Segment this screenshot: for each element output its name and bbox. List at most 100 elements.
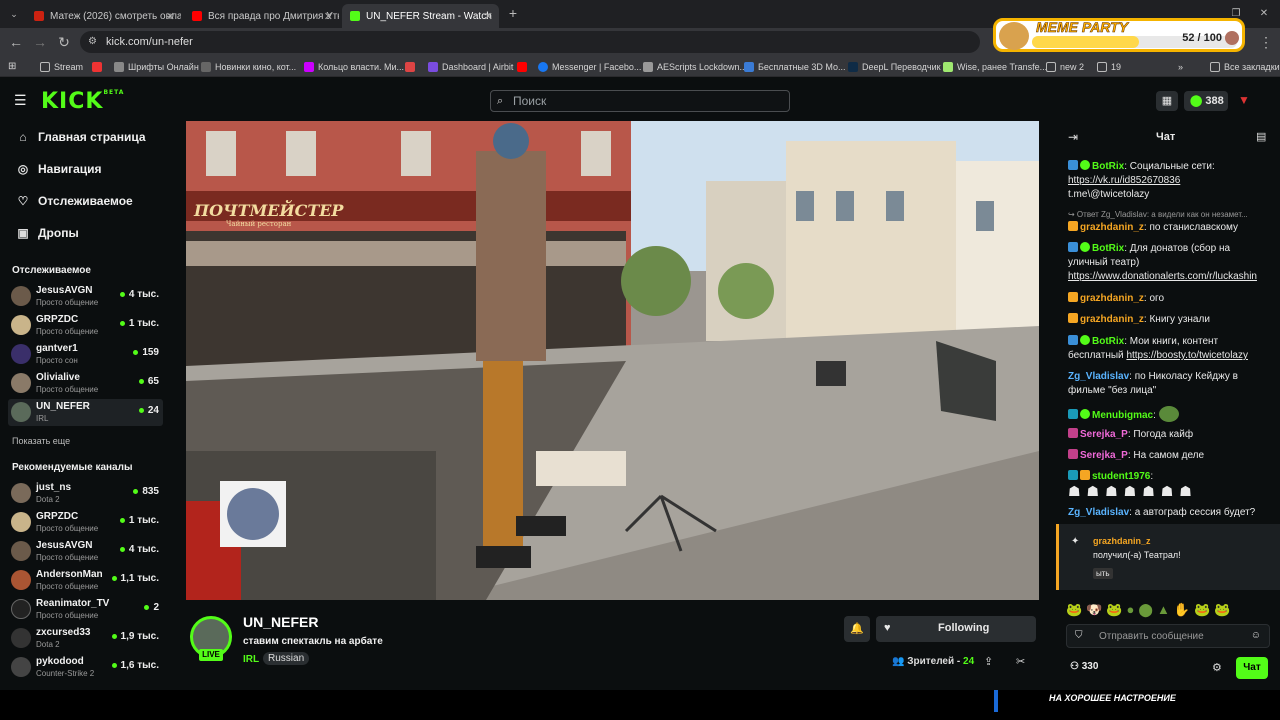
hamburger-menu-icon[interactable]: ☰ xyxy=(14,92,27,109)
chat-message: Zg_Vladislav: а автограф сессия будет? xyxy=(1068,507,1256,518)
profile-avatar[interactable]: ▼ xyxy=(1238,93,1250,107)
chat-users-icon[interactable]: ▤ xyxy=(1256,130,1266,143)
avatar xyxy=(11,315,31,335)
chat-message: grazhdanin_z: ого xyxy=(1068,292,1268,306)
followed-channel[interactable]: GRPZDC Просто общение 1 тыс. xyxy=(8,312,163,339)
back-icon[interactable]: ← xyxy=(8,34,24,50)
meme-title: MEME PARTY xyxy=(1036,19,1129,36)
sidebar-item-following[interactable]: ♡ Отслеживаемое xyxy=(16,194,133,208)
close-icon[interactable]: ✕ xyxy=(324,10,333,23)
chat-reply-preview[interactable]: ↪ Ответ Zg_Vladislav: а видели как он не… xyxy=(1068,208,1268,222)
url-text: kick.com/un-nefer xyxy=(106,36,193,48)
facebook-icon xyxy=(538,61,548,72)
bookmark-item[interactable]: Новинки кино, кот... xyxy=(201,59,296,74)
bookmark-item[interactable]: Stream xyxy=(40,59,83,74)
bookmark-item[interactable]: AEScripts Lockdown... xyxy=(643,59,747,74)
emote-bar[interactable]: 🐸🐶🐸●⬤▲✋🐸🐸 xyxy=(1066,602,1276,618)
meme-progress-fill xyxy=(1032,36,1139,48)
followed-channel[interactable]: gantver1 Просто сон 159 xyxy=(8,341,163,368)
chat-input[interactable]: ⛉ Отправить сообщение ☺ xyxy=(1066,624,1270,648)
clip-icon[interactable]: ✂ xyxy=(1016,655,1025,668)
bookmark-item[interactable] xyxy=(517,59,531,74)
follow-button[interactable]: ♥ Following xyxy=(876,616,1036,642)
chat-link[interactable]: https://www.donationalerts.com/r/luckash… xyxy=(1068,271,1257,282)
bookmark-favicon-icon xyxy=(201,61,211,72)
forward-icon[interactable]: → xyxy=(32,34,48,50)
chat-settings-icon[interactable]: ⚙ xyxy=(1212,661,1222,674)
chat-panel: ⇥ Чат ▤ BotRix: Социальные сети: https:/… xyxy=(1056,120,1280,690)
home-icon: ⌂ xyxy=(19,130,27,144)
chat-link[interactable]: https://boosty.to/twicetolazy xyxy=(1126,350,1248,361)
channel-name[interactable]: UN_NEFER xyxy=(243,614,318,630)
chat-points[interactable]: ⚇ 330 xyxy=(1070,661,1098,672)
notification-bell-icon[interactable]: 🔔 xyxy=(844,616,870,642)
all-bookmarks[interactable]: Все закладки xyxy=(1210,59,1280,74)
recommended-channel[interactable]: JesusAVGN Просто общение 4 тыс. xyxy=(8,538,163,565)
show-more-link[interactable]: Показать еще xyxy=(12,436,70,446)
menu-icon[interactable]: ⋮ xyxy=(1258,34,1274,50)
followed-channel[interactable]: Olivialive Просто общение 65 xyxy=(8,370,163,397)
recommended-channel[interactable]: GRPZDC Просто общение 1 тыс. xyxy=(8,509,163,536)
shield-icon: ⛉ xyxy=(1075,630,1083,641)
points-button[interactable]: ⬤ 388 xyxy=(1184,91,1228,111)
apps-icon[interactable]: ⊞ xyxy=(8,59,16,74)
bookmark-item[interactable]: Кольцо власти. Ми... xyxy=(304,59,404,74)
followed-channel-selected[interactable]: UN_NEFER IRL 24 xyxy=(8,399,163,426)
deepl-icon xyxy=(848,61,858,72)
bookmark-item[interactable]: Шрифты Онлайн xyxy=(114,59,199,74)
recommended-channel[interactable]: just_ns Dota 2 835 xyxy=(8,480,163,507)
kick-logo[interactable]: KICKBETA xyxy=(41,89,124,114)
more-bookmarks-icon[interactable]: » xyxy=(1178,59,1183,74)
tab-search-icon[interactable]: ⌄ xyxy=(6,6,22,22)
close-icon[interactable]: ✕ xyxy=(484,10,493,23)
avatar xyxy=(11,402,31,422)
browser-tab[interactable]: Матеж (2026) смотреть онлай ✕ xyxy=(26,4,181,28)
new-tab-button[interactable]: + xyxy=(505,5,521,21)
recommended-channel[interactable]: pykodood Counter-Strike 2 1,6 тыс. xyxy=(8,654,163,681)
verified-badge-icon xyxy=(1080,242,1090,252)
bookmark-item[interactable]: Wise, ранее Transfe... xyxy=(943,59,1047,74)
bookmark-item[interactable]: Бесплатные 3D Мо... xyxy=(744,59,846,74)
bookmark-item[interactable] xyxy=(405,59,419,74)
site-info-icon[interactable]: ⚙ xyxy=(88,31,97,53)
sidebar-item-drops[interactable]: ▣ Дропы xyxy=(16,226,78,240)
doge-icon xyxy=(999,22,1029,50)
chat-link[interactable]: https://vk.ru/id852670836 xyxy=(1068,175,1180,186)
dashboard-icon[interactable]: ▦ xyxy=(1156,91,1178,111)
collapse-chat-icon[interactable]: ⇥ xyxy=(1068,130,1078,144)
avatar xyxy=(11,570,31,590)
close-icon[interactable]: ✕ xyxy=(166,10,175,23)
browser-tab[interactable]: Вся правда про Дмитрия Утк ✕ xyxy=(184,4,339,28)
gift-notification: ✦ grazhdanin_z получил(-а) Театрал! ыть xyxy=(1056,524,1280,590)
bookmark-item[interactable]: Messenger | Facebo... xyxy=(538,59,641,74)
browser-tab-active[interactable]: UN_NEFER Stream - Watch ✕ xyxy=(342,4,499,28)
bookmark-favicon-icon xyxy=(92,61,102,72)
share-icon[interactable]: ⇪ xyxy=(984,655,993,668)
search-input[interactable]: ⌕ Поиск xyxy=(490,90,790,112)
reload-icon[interactable]: ↻ xyxy=(56,34,72,50)
bookmark-item[interactable] xyxy=(92,59,106,74)
followed-channel[interactable]: JesusAVGN Просто общение 4 тыс. xyxy=(8,283,163,310)
bookmark-item[interactable]: DeepL Переводчик xyxy=(848,59,941,74)
heart-icon: ♡ xyxy=(17,194,29,208)
recommended-channel[interactable]: Reanimator_TV Просто общение 2 xyxy=(8,596,163,623)
window-close-icon[interactable]: ✕ xyxy=(1256,6,1272,22)
verified-badge-icon xyxy=(1080,335,1090,345)
sidebar-item-browse[interactable]: ◎ Навигация xyxy=(16,162,102,176)
video-player[interactable]: ПОЧТМЕЙСТЕР Чайный ресторан xyxy=(186,121,1039,600)
viewers-icon: 👥 xyxy=(892,656,905,667)
bookmark-item[interactable]: Dashboard | Airbit xyxy=(428,59,513,74)
bookmark-folder[interactable]: 19 xyxy=(1097,59,1121,74)
recommended-channel[interactable]: zxcursed33 Dota 2 1,9 тыс. xyxy=(8,625,163,652)
recommended-channel[interactable]: AndersonMan Просто общение 1,1 тыс. xyxy=(8,567,163,594)
compass-icon: ◎ xyxy=(17,162,29,176)
sidebar-item-home[interactable]: ⌂ Главная страница xyxy=(16,130,145,144)
language-tag[interactable]: Russian xyxy=(263,652,310,665)
category-link[interactable]: IRL xyxy=(243,654,259,665)
url-input[interactable]: ⚙ kick.com/un-nefer xyxy=(80,31,980,53)
emoji-icon[interactable]: ☺ xyxy=(1251,630,1261,641)
crown-badge-icon xyxy=(1068,292,1078,302)
bookmark-folder[interactable]: new 2 xyxy=(1046,59,1084,74)
wise-icon xyxy=(943,61,953,72)
chat-send-button[interactable]: Чат xyxy=(1236,657,1268,679)
